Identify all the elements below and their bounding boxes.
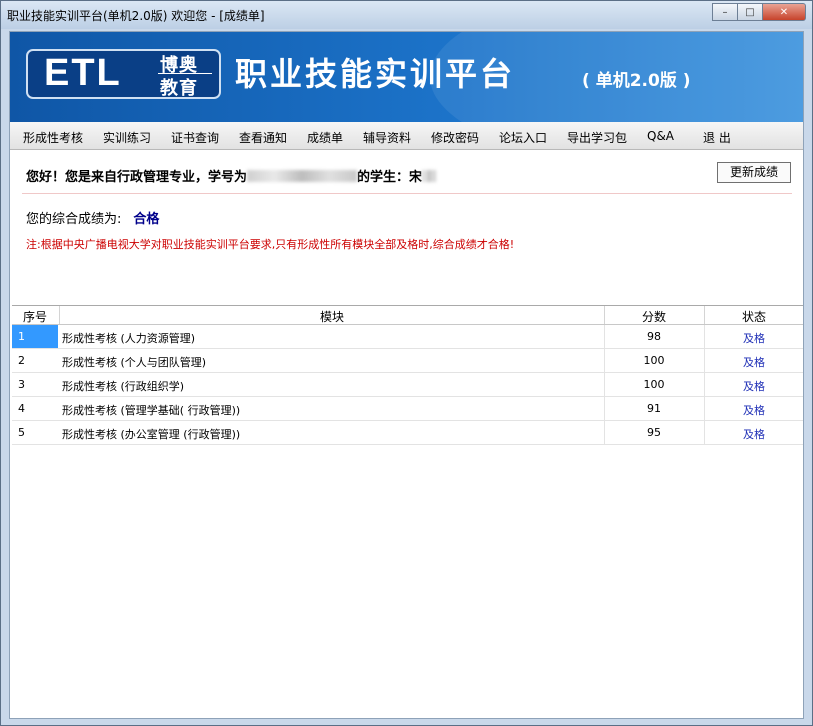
menu-item-exit[interactable]: 退 出 xyxy=(703,129,731,146)
row-score: 100 xyxy=(643,378,665,391)
update-scores-button[interactable]: 更新成绩 xyxy=(717,162,791,183)
row-status: 及格 xyxy=(743,332,765,345)
row-status: 及格 xyxy=(743,404,765,417)
app-title: 职业技能实训平台 xyxy=(235,55,516,93)
menu-item-materials[interactable]: 辅导资料 xyxy=(363,129,411,146)
header-banner: ETL 博奥 教育 职业技能实训平台 ( 单机2.0版 ) xyxy=(10,32,803,122)
window-title: 职业技能实训平台(单机2.0版) 欢迎您 - [成绩单] xyxy=(7,9,265,23)
menu-item-transcript[interactable]: 成绩单 xyxy=(307,129,343,146)
row-module: 形成性考核 (办公室管理 (行政管理)) xyxy=(62,428,241,441)
greeting-suffix: 的学生：宋 xyxy=(357,170,423,185)
client-area: ETL 博奥 教育 职业技能实训平台 ( 单机2.0版 ) 形成性考核 实训练习… xyxy=(9,31,804,719)
col-header-index[interactable]: 序号 xyxy=(12,308,58,325)
logo-etl-text: ETL xyxy=(44,52,122,94)
section-divider xyxy=(22,193,792,194)
logo-text-line2: 教育 xyxy=(160,78,198,99)
col-header-score[interactable]: 分数 xyxy=(605,308,703,325)
minimize-button[interactable]: – xyxy=(712,3,738,21)
menu-bar: 形成性考核 实训练习 证书查询 查看通知 成绩单 辅导资料 修改密码 论坛入口 … xyxy=(10,122,803,150)
menu-item-notices[interactable]: 查看通知 xyxy=(239,129,287,146)
row-score: 98 xyxy=(647,330,661,343)
row-module: 形成性考核 (管理学基础( 行政管理)) xyxy=(62,404,241,417)
title-bar[interactable]: 职业技能实训平台(单机2.0版) 欢迎您 - [成绩单] – □ ✕ xyxy=(1,1,812,29)
maximize-button[interactable]: □ xyxy=(737,3,763,21)
table-row[interactable]: 1 形成性考核 (人力资源管理) 98 及格 xyxy=(12,325,803,349)
row-score: 95 xyxy=(647,426,661,439)
table-header: 序号 模块 分数 状态 xyxy=(12,306,803,325)
maximize-icon: □ xyxy=(745,6,755,18)
col-header-module[interactable]: 模块 xyxy=(60,308,604,325)
col-header-status[interactable]: 状态 xyxy=(705,308,803,325)
menu-item-qa[interactable]: Q&A xyxy=(647,129,674,143)
row-status: 及格 xyxy=(743,356,765,369)
row-status: 及格 xyxy=(743,380,765,393)
row-module: 形成性考核 (个人与团队管理) xyxy=(62,356,207,369)
student-id-redacted xyxy=(247,170,358,182)
score-table: 序号 模块 分数 状态 1 形成性考核 (人力资源管理) 98 及格 2 形成性… xyxy=(12,305,803,445)
menu-item-forum[interactable]: 论坛入口 xyxy=(499,129,547,146)
etl-logo: ETL 博奥 教育 xyxy=(26,49,221,99)
close-button[interactable]: ✕ xyxy=(762,3,806,21)
window-controls: – □ ✕ xyxy=(712,3,806,21)
greeting-row: 您好！您是来自行政管理专业，学号为 的学生：宋 更新成绩 xyxy=(10,150,803,194)
row-status: 及格 xyxy=(743,428,765,441)
menu-item-certificate[interactable]: 证书查询 xyxy=(171,129,219,146)
menu-item-change-password[interactable]: 修改密码 xyxy=(431,129,479,146)
app-window: 职业技能实训平台(单机2.0版) 欢迎您 - [成绩单] – □ ✕ ETL 博… xyxy=(0,0,813,726)
menu-item-export[interactable]: 导出学习包 xyxy=(567,129,627,146)
row-module: 形成性考核 (行政组织学) xyxy=(62,380,185,393)
requirement-note: 注:根据中央广播电视大学对职业技能实训平台要求,只有形成性所有模块全部及格时,综… xyxy=(26,238,515,251)
table-row[interactable]: 3 形成性考核 (行政组织学) 100 及格 xyxy=(12,373,803,397)
row-module: 形成性考核 (人力资源管理) xyxy=(62,332,196,345)
greeting-text: 您好！您是来自行政管理专业，学号为 的学生：宋 xyxy=(26,166,437,185)
greeting-prefix: 您好！您是来自行政管理专业，学号为 xyxy=(26,170,248,185)
row-index: 2 xyxy=(18,354,25,367)
row-index: 3 xyxy=(18,378,25,391)
row-index: 5 xyxy=(18,426,25,439)
student-name-redacted xyxy=(422,170,437,182)
row-score: 100 xyxy=(643,354,665,367)
overall-score-label: 您的综合成绩为: xyxy=(26,212,122,227)
table-row[interactable]: 4 形成性考核 (管理学基础( 行政管理)) 91 及格 xyxy=(12,397,803,421)
row-index: 1 xyxy=(18,330,25,343)
menu-item-practice[interactable]: 实训练习 xyxy=(103,129,151,146)
row-index: 4 xyxy=(18,402,25,415)
close-icon: ✕ xyxy=(779,6,789,18)
table-row[interactable]: 2 形成性考核 (个人与团队管理) 100 及格 xyxy=(12,349,803,373)
app-version: ( 单机2.0版 ) xyxy=(582,71,691,91)
minimize-icon: – xyxy=(722,6,728,18)
overall-score-value: 合格 xyxy=(133,212,160,227)
row-score: 91 xyxy=(647,402,661,415)
table-row[interactable]: 5 形成性考核 (办公室管理 (行政管理)) 95 及格 xyxy=(12,421,803,445)
menu-item-formative-assessment[interactable]: 形成性考核 xyxy=(23,129,83,146)
overall-score: 您的综合成绩为: 合格 xyxy=(26,208,159,227)
